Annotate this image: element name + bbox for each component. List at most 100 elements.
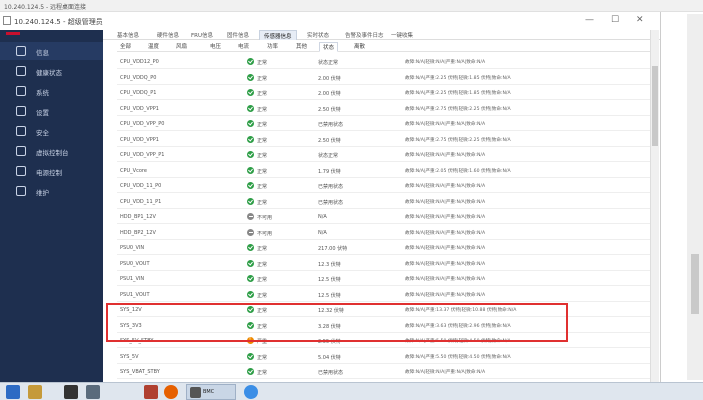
sub-tab-3[interactable]: 电压: [207, 42, 224, 52]
minimize-icon[interactable]: —: [585, 15, 594, 25]
tab-label: FRU信息: [191, 33, 214, 39]
sidebar-item-label: 安全: [36, 129, 49, 137]
check-circle-icon: [247, 197, 254, 205]
main-scrollbar[interactable]: [650, 30, 659, 382]
taskbar: BMC: [0, 382, 703, 400]
tab-label: 基本信息: [117, 33, 140, 39]
sensor-name: HDD_BP2_12V: [120, 229, 156, 236]
main-scrollbar-thumb[interactable]: [652, 66, 658, 146]
document-icon: [3, 16, 11, 25]
table-row: PSU1_VOUT 正常 12.5 伏特 故障:N/A|轻微:N/A|严重:N/A|致…: [117, 288, 651, 302]
tab-6[interactable]: 告警及事件日志: [341, 30, 388, 40]
taskbar-task[interactable]: BMC: [186, 384, 236, 400]
sensor-reading: 2.50 伏特: [318, 106, 341, 113]
sensor-status-text: 正常: [257, 106, 268, 113]
tab-7[interactable]: 一键收集: [387, 30, 417, 40]
sensor-name: CPU_Vcore: [120, 167, 147, 174]
table-row: CPU_VDD_VPP_P0 正常 已禁用状态 故障:N/A|轻微:N/A|严重:N/…: [117, 117, 651, 131]
sidebar-item[interactable]: 信息: [0, 42, 103, 60]
sensor-status-text: 正常: [257, 91, 268, 97]
table-row: CPU_VDD_11_P1 正常 已禁用状态 故障:N/A|轻微:N/A|严重:N/A…: [117, 195, 651, 209]
check-circle-icon: [247, 58, 254, 65]
table-row: HDD_BP1_12V 不可用 N/A 故障:N/A|轻微:N/A|严重:N/A|致命…: [117, 210, 651, 224]
sidebar-item[interactable]: 维护: [0, 182, 103, 200]
sidebar-item[interactable]: 安全: [0, 122, 103, 140]
sensor-threshold: 故障:N/A|轻微:N/A|严重:N/A|致命:N/A: [405, 184, 486, 189]
sidebar-item-label: 信息: [36, 49, 49, 57]
tab-label: 固件信息: [227, 33, 250, 39]
firefox-icon[interactable]: [164, 385, 178, 399]
taskbar-task-label: BMC: [203, 389, 215, 395]
sensor-status-text: 正常: [257, 354, 268, 361]
sub-tab-label: 其他: [296, 44, 308, 50]
sensor-name: PSU0_VOUT: [120, 260, 150, 267]
sensor-status-text: 正常: [257, 168, 268, 175]
table-row: CPU_VDDQ_P0 正常 2.00 伏特 故障:N/A|严重:2.25 伏特|轻微…: [117, 71, 651, 85]
sensor-threshold: 故障:N/A|严重:2.25 伏特|轻微:1.85 伏特|致命:N/A: [405, 91, 511, 96]
sensor-threshold: 故障:N/A|轻微:N/A|严重:N/A|致命:N/A: [405, 277, 486, 282]
sensor-status-text: 正常: [257, 122, 268, 128]
start-icon[interactable]: [6, 385, 20, 399]
sub-tab-5[interactable]: 功率: [264, 42, 281, 52]
terminal-icon[interactable]: [64, 385, 78, 399]
sidebar-item[interactable]: 虚拟控制台: [0, 142, 103, 160]
sensor-status-text: 不可用: [257, 230, 273, 237]
app-icon[interactable]: [144, 385, 158, 399]
tab-label: 告警及事件日志: [345, 33, 384, 39]
sub-tab-4[interactable]: 电流: [235, 42, 252, 52]
top-tabs: 基本信息 硬件信息 FRU信息 固件信息 传感器信息 实时状态 告警及事件日志 一键收集: [103, 30, 660, 40]
sub-tab-2[interactable]: 风扇: [173, 42, 190, 52]
close-icon[interactable]: ✕: [636, 15, 644, 25]
sensor-threshold: 故障:N/A|严重:2.05 伏特|轻微:1.60 伏特|致命:N/A: [405, 168, 511, 174]
tab-2[interactable]: FRU信息: [187, 30, 217, 40]
sensor-status-text: 正常: [257, 153, 268, 159]
server-icon[interactable]: [86, 385, 100, 399]
sensor-name: CPU_VDD_11_P0: [120, 183, 162, 189]
sub-tab-0[interactable]: 全部: [117, 42, 134, 52]
sensor-status-text: 正常: [257, 199, 268, 206]
tab-4[interactable]: 传感器信息: [259, 30, 297, 40]
sensor-name: CPU_VDD_VPP1: [120, 105, 159, 112]
check-circle-icon: [247, 352, 254, 360]
sub-tab-label: 全部: [120, 44, 132, 50]
check-circle-icon: [247, 166, 254, 174]
sidebar-item[interactable]: 电源控制: [0, 162, 103, 180]
sensor-name: PSU1_VIN: [120, 276, 145, 282]
chrome-icon[interactable]: [244, 385, 258, 399]
sensor-threshold: 故障:N/A|轻微:N/A|严重:N/A|致命:N/A: [405, 370, 486, 375]
sub-tab-8[interactable]: 离散: [351, 42, 368, 52]
tab-5[interactable]: 实时状态: [303, 30, 333, 40]
sidebar-item[interactable]: 健康状态: [0, 62, 103, 80]
wrench-icon: [16, 186, 26, 196]
sub-tab-7[interactable]: 状态: [319, 42, 339, 52]
table-row: CPU_VDDQ_P1 正常 2.00 伏特 故障:N/A|严重:2.25 伏特|轻微…: [117, 86, 651, 100]
sensor-name: CPU_VDDQ_P1: [120, 90, 157, 96]
sub-tab-1[interactable]: 温度: [145, 42, 162, 52]
sensor-name: CPU_VDD_VPP_P0: [120, 121, 165, 127]
sidebar-item[interactable]: 设置: [0, 102, 103, 120]
tab-1[interactable]: 硬件信息: [153, 30, 183, 40]
maximize-icon[interactable]: ☐: [611, 15, 619, 25]
check-circle-icon: [247, 73, 254, 81]
right-scrollbar-thumb[interactable]: [691, 254, 699, 314]
table-row: SYS_VBAT_STBY 正常 已禁用状态 故障:N/A|轻微:N/A|严重:N/A…: [117, 365, 651, 379]
explorer-icon[interactable]: [28, 385, 42, 399]
tab-0[interactable]: 基本信息: [113, 30, 143, 40]
tab-label: 硬件信息: [157, 33, 180, 39]
sidebar-item-label: 维护: [36, 189, 49, 197]
sub-tab-6[interactable]: 其他: [293, 42, 310, 52]
sidebar-item[interactable]: 系统: [0, 82, 103, 100]
sensor-reading: 已禁用状态: [318, 370, 344, 376]
sensor-reading: 2.00 伏特: [318, 75, 341, 82]
highlight-box: [106, 303, 568, 342]
sensor-threshold: 故障:N/A|轻微:N/A|严重:N/A|致命:N/A: [405, 153, 486, 158]
tab-3[interactable]: 固件信息: [223, 30, 253, 40]
sensor-reading: N/A: [318, 229, 327, 236]
remote-window-title: 10.240.124.5 - 超级管理员: [14, 18, 103, 26]
sensor-reading: 1.79 伏特: [318, 168, 341, 175]
sub-tab-label: 温度: [148, 44, 160, 50]
right-scrollbar[interactable]: [687, 14, 703, 380]
unavailable-icon: [247, 228, 254, 236]
check-circle-icon: [247, 89, 254, 96]
sub-tab-label: 离散: [354, 44, 366, 50]
